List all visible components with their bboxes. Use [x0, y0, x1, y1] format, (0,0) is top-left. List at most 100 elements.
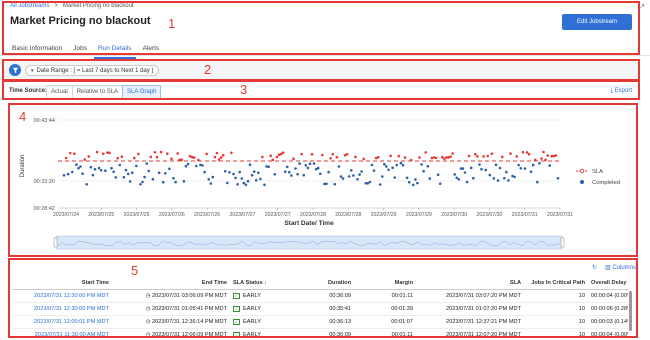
date-range-chip[interactable]: ▾ Date Range : [ = Last 7 days to Next 1…: [25, 65, 160, 76]
start-time-link[interactable]: 2023/07/31 12:30:00 PM MDT: [12, 293, 112, 299]
start-time-link[interactable]: 2023/07/31 11:30:00 AM MDT: [12, 332, 112, 338]
over-sla-point: [215, 151, 219, 155]
time-source-actual[interactable]: Actual: [46, 85, 73, 99]
completed-point: [254, 178, 258, 182]
table-row[interactable]: 2023/07/31 12:00:01 PM MDT ◷ 2023/07/31 1…: [12, 316, 628, 329]
completed-point: [372, 169, 376, 172]
duration-cell: 00:36:13: [329, 319, 351, 325]
completed-point: [75, 163, 78, 166]
over-sla-point: [542, 150, 545, 154]
completed-point: [124, 168, 128, 172]
margin-cell: 00:01:11: [391, 332, 413, 338]
completed-point: [126, 172, 130, 176]
tab-alerts[interactable]: Alerts: [139, 43, 164, 59]
table-row[interactable]: 2023/07/31 11:30:00 AM MDT ◷ 2023/07/31 1…: [12, 329, 628, 340]
breadcrumb-root-link[interactable]: All Jobstreams: [10, 3, 49, 9]
expand-icon[interactable]: ⤢: [638, 3, 644, 13]
filter-icon[interactable]: [9, 64, 21, 76]
completed-point: [407, 180, 411, 184]
sla-status-cell: ✓ EARLY: [230, 331, 292, 339]
completed-point: [246, 179, 250, 183]
tab-basic-information[interactable]: Basic Information: [8, 43, 66, 59]
over-sla-point: [482, 155, 485, 158]
completed-point: [480, 167, 483, 171]
over-sla-point: [486, 154, 490, 158]
completed-point: [385, 165, 388, 168]
completed-point: [226, 181, 229, 185]
completed-point: [548, 164, 551, 167]
refresh-icon[interactable]: ↻: [592, 264, 597, 271]
col-jobs-critical-path[interactable]: Jobs In Critical Path: [524, 280, 588, 286]
start-time-link[interactable]: 2023/07/31 12:00:01 PM MDT: [12, 319, 112, 325]
col-duration[interactable]: Duration: [292, 280, 354, 286]
y-axis-title: Duration: [20, 155, 26, 178]
completed-point: [242, 181, 246, 185]
date-range-label: Date Range : [ = Last 7 days to Next 1 d…: [36, 67, 154, 74]
overall-delay-cell: 00:00:03 (0.14%): [591, 319, 628, 325]
sla-status-cell: ✓ EARLY: [230, 318, 292, 326]
table-toolbar: ↻ ▥ Columns: [592, 264, 636, 271]
export-button[interactable]: ⤓ Export: [610, 88, 632, 95]
x-tick-label: 2023/07/30: [441, 212, 467, 218]
edit-jobstream-button[interactable]: Edit Jobstream: [562, 14, 632, 30]
completed-point: [457, 178, 461, 181]
completed-point: [529, 170, 533, 173]
table-row[interactable]: 2023/07/31 12:30:00 PM MDT ◷ 2023/07/31 0…: [12, 290, 628, 303]
time-source-relative-sla[interactable]: Relative to SLA: [71, 85, 124, 99]
status-check-icon: ✓: [233, 318, 240, 325]
time-source-label: Time Source:: [9, 88, 47, 94]
y-tick-label: 00:28:42: [34, 206, 55, 212]
completed-point: [538, 161, 541, 165]
completed-point: [428, 177, 432, 180]
time-source-sla-graph[interactable]: SLA Graph: [122, 85, 162, 99]
col-overall-delay[interactable]: Overall Delay: [588, 280, 628, 286]
completed-point: [523, 167, 527, 170]
columns-button[interactable]: ▥ Columns: [605, 264, 636, 271]
completed-point: [263, 183, 266, 187]
over-sla-point: [449, 155, 452, 158]
table-header-row: Start Time End Time SLA Status ↓ Duratio…: [12, 276, 628, 290]
col-start-time[interactable]: Start Time: [12, 280, 112, 286]
x-tick-label: 2023/07/28: [335, 212, 361, 218]
table-row[interactable]: 2023/07/31 12:30:00 PM MDT ◷ 2023/07/31 0…: [12, 303, 628, 316]
over-sla-point: [269, 154, 273, 158]
sla-cell: 2023/07/31 12:07:20 PM MDT: [446, 332, 521, 338]
completed-point: [420, 163, 423, 166]
x-tick-label: 2023/07/27: [265, 212, 291, 218]
completed-point: [118, 163, 122, 167]
page-title: Market Pricing no blackout: [10, 15, 151, 27]
jobs-critical-path-cell: 10: [578, 319, 585, 325]
col-sla-status[interactable]: SLA Status ↓: [230, 280, 292, 286]
over-sla-point: [176, 152, 179, 155]
table-scrollbar[interactable]: [629, 291, 632, 331]
x-tick-label: 2023/07/26: [194, 212, 220, 218]
completed-point: [341, 177, 345, 180]
over-sla-point: [192, 156, 196, 159]
tab-run-details[interactable]: Run Details: [93, 43, 136, 59]
end-time-cell: ◷ 2023/07/31 01:05:41 PM MDT: [112, 306, 230, 312]
over-sla-point: [554, 154, 558, 157]
col-margin[interactable]: Margin: [354, 280, 416, 286]
completed-point: [465, 180, 469, 184]
over-sla-point: [213, 155, 217, 159]
over-sla-point: [521, 150, 525, 154]
over-sla-point: [217, 158, 221, 161]
over-sla-point: [335, 155, 339, 159]
col-end-time[interactable]: End Time: [112, 280, 230, 286]
x-tick-label: 2023/07/30: [476, 212, 502, 218]
x-tick-label: 2023/07/31: [512, 212, 538, 218]
over-sla-point: [540, 157, 543, 160]
range-navigator: [53, 235, 565, 250]
completed-point: [494, 163, 498, 167]
completed-point: [232, 172, 235, 176]
divider: [0, 55, 650, 56]
duration-cell: 00:35:41: [329, 306, 351, 312]
completed-point: [223, 170, 227, 173]
start-time-link[interactable]: 2023/07/31 12:30:00 PM MDT: [12, 306, 112, 312]
tab-jobs[interactable]: Jobs: [69, 43, 91, 59]
completed-point: [391, 166, 394, 169]
completed-point: [168, 167, 171, 171]
completed-point: [172, 177, 175, 180]
end-time-cell: ◷ 2023/07/31 03:06:09 PM MDT: [112, 293, 230, 299]
col-sla[interactable]: SLA: [416, 280, 524, 286]
